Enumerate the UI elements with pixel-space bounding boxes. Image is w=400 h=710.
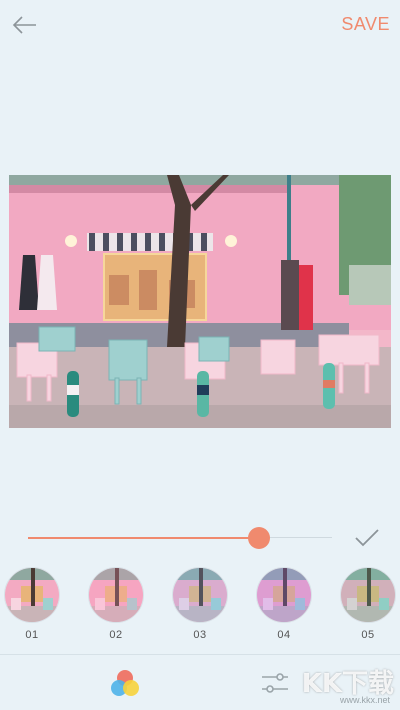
arrow-left-icon — [12, 16, 36, 34]
slider-fill — [28, 537, 259, 539]
filter-option[interactable]: 05 — [338, 565, 398, 645]
slider-knob[interactable] — [248, 527, 270, 549]
save-button[interactable]: SAVE — [341, 14, 390, 35]
back-button[interactable] — [10, 10, 40, 40]
filter-label: 03 — [193, 629, 207, 641]
filter-thumbnail — [4, 567, 60, 623]
filter-thumbnail — [88, 567, 144, 623]
filter-option[interactable]: 03 — [170, 565, 230, 645]
filter-option[interactable]: 01 — [2, 565, 62, 645]
filter-thumbnail — [340, 567, 396, 623]
photo-preview[interactable] — [9, 175, 391, 428]
bottom-tab-bar: KK下载 www.kkx.net — [0, 655, 400, 710]
filter-label: 05 — [361, 629, 375, 641]
filter-thumbnail — [172, 567, 228, 623]
filter-option[interactable]: 02 — [86, 565, 146, 645]
checkmark-icon — [355, 529, 379, 547]
sliders-icon — [262, 673, 288, 693]
filter-option[interactable]: 04 — [254, 565, 314, 645]
filter-thumbnail — [256, 567, 312, 623]
tab-filters[interactable] — [108, 667, 142, 699]
color-circles-icon — [111, 670, 139, 696]
filter-label: 04 — [277, 629, 291, 641]
tab-adjust[interactable] — [258, 667, 292, 699]
watermark-url: www.kkx.net — [339, 695, 390, 705]
filter-label: 01 — [25, 629, 39, 641]
filter-label: 02 — [109, 629, 123, 641]
striped-awning — [87, 233, 213, 251]
cafe-photo — [9, 175, 391, 428]
top-bar: SAVE — [0, 0, 400, 52]
confirm-button[interactable] — [353, 526, 381, 550]
intensity-slider[interactable] — [28, 526, 332, 550]
filter-strip: 01 02 03 04 05 — [0, 565, 400, 645]
